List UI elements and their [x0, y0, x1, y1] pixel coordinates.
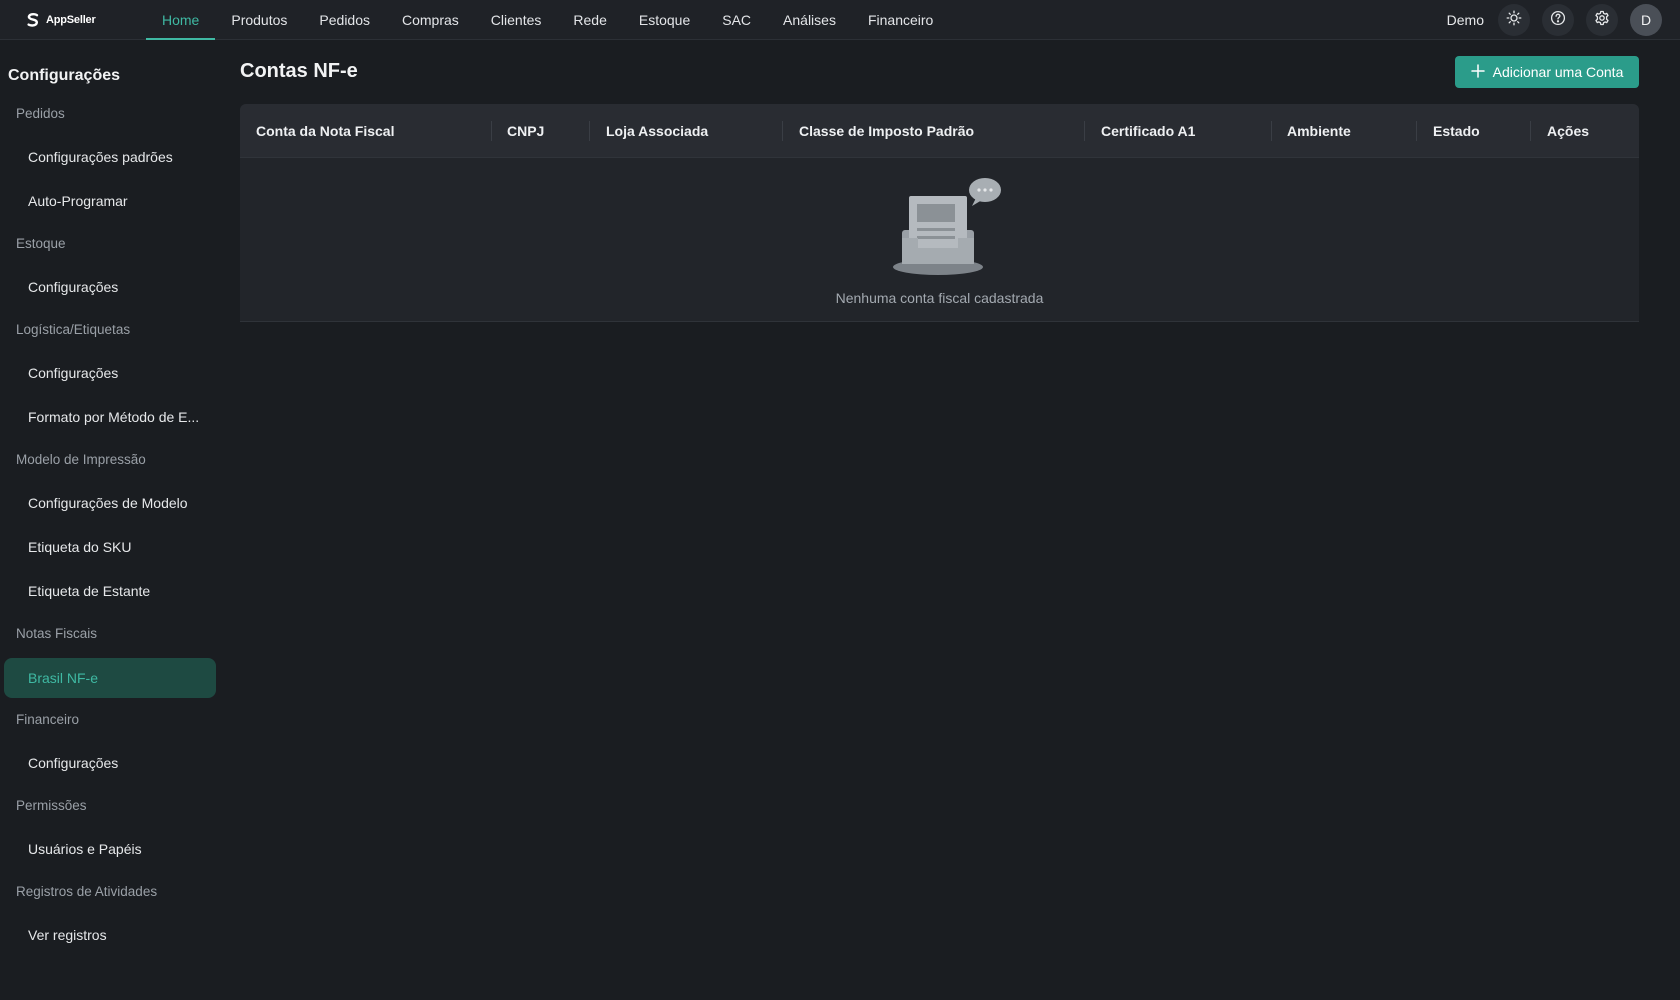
column-header-ambiente: Ambiente: [1287, 123, 1351, 139]
add-account-button[interactable]: Adicionar uma Conta: [1455, 56, 1639, 88]
sidebar-group-estoque: Estoque: [16, 236, 66, 251]
sidebar-group-modelo-impressao: Modelo de Impressão: [16, 452, 146, 467]
sidebar-item-label: Configurações padrões: [28, 149, 173, 165]
sidebar-group-financeiro: Financeiro: [16, 712, 80, 727]
sidebar-item-label: Configurações de Modelo: [28, 495, 188, 511]
sidebar-item-ver-registros[interactable]: Ver registros: [4, 915, 216, 955]
column-divider: [1530, 121, 1531, 141]
logo-text: AppSeller: [46, 13, 96, 26]
gear-icon: [1594, 10, 1610, 31]
sidebar-item-label: Brasil NF-e: [28, 670, 99, 686]
sun-icon: [1506, 10, 1522, 31]
help-circle-icon: [1550, 10, 1566, 31]
column-divider: [1084, 121, 1085, 141]
column-header-cnpj: CNPJ: [507, 123, 545, 139]
column-divider: [782, 121, 783, 141]
app-logo[interactable]: AppSeller: [24, 0, 122, 40]
sidebar-item-financeiro-configuracoes[interactable]: Configurações: [4, 743, 216, 783]
sidebar-item-label: Ver registros: [28, 927, 107, 943]
sidebar-item-label: Configurações: [28, 365, 119, 381]
sidebar-item-label: Configurações: [28, 279, 119, 295]
sidebar-item-label: Configurações: [28, 755, 119, 771]
plus-icon: [1470, 63, 1485, 81]
column-header-estado: Estado: [1433, 123, 1480, 139]
nav-item-home[interactable]: Home: [146, 0, 216, 40]
nav-item-rede[interactable]: Rede: [557, 0, 622, 40]
sidebar-group-logistica: Logística/Etiquetas: [16, 322, 131, 337]
theme-toggle-button[interactable]: [1498, 4, 1530, 36]
table-header: Conta da Nota Fiscal CNPJ Loja Associada…: [240, 104, 1639, 158]
nav-item-financeiro[interactable]: Financeiro: [852, 0, 949, 40]
nav-item-sac[interactable]: SAC: [706, 0, 767, 40]
sidebar-group-pedidos: Pedidos: [16, 106, 65, 121]
add-account-label: Adicionar uma Conta: [1492, 64, 1624, 80]
column-header-conta: Conta da Nota Fiscal: [256, 123, 395, 139]
sidebar-item-auto-programar[interactable]: Auto-Programar: [4, 181, 216, 221]
sidebar-title: Configurações: [8, 67, 121, 84]
sidebar-item-estoque-configuracoes[interactable]: Configurações: [4, 267, 216, 307]
topbar-actions: Demo D: [1447, 0, 1662, 40]
sidebar-item-configuracoes-padroes[interactable]: Configurações padrões: [4, 137, 216, 177]
help-button[interactable]: [1542, 4, 1574, 36]
column-header-certificado: Certificado A1: [1101, 123, 1196, 139]
nav-item-compras[interactable]: Compras: [386, 0, 475, 40]
sidebar-item-label: Formato por Método de E...: [28, 409, 200, 425]
column-divider: [589, 121, 590, 141]
avatar[interactable]: D: [1630, 4, 1662, 36]
sidebar-item-configuracoes-de-modelo[interactable]: Configurações de Modelo: [4, 483, 216, 523]
nav-item-pedidos[interactable]: Pedidos: [303, 0, 386, 40]
sidebar-item-logistica-configuracoes[interactable]: Configurações: [4, 353, 216, 393]
nfe-accounts-table: Conta da Nota Fiscal CNPJ Loja Associada…: [240, 104, 1639, 322]
empty-state-text: Nenhuma conta fiscal cadastrada: [835, 290, 1044, 306]
nav-item-clientes[interactable]: Clientes: [475, 0, 558, 40]
empty-inbox-icon: [892, 178, 1002, 287]
column-divider: [1416, 121, 1417, 141]
nav-item-estoque[interactable]: Estoque: [623, 0, 706, 40]
main-nav: Home Produtos Pedidos Compras Clientes R…: [146, 0, 949, 40]
sidebar-item-brasil-nfe[interactable]: Brasil NF-e: [4, 658, 216, 698]
column-header-classe-imposto: Classe de Imposto Padrão: [799, 123, 975, 139]
sidebar-item-label: Usuários e Papéis: [28, 841, 142, 857]
user-name[interactable]: Demo: [1447, 12, 1484, 28]
nav-item-analises[interactable]: Análises: [767, 0, 852, 40]
nav-item-produtos[interactable]: Produtos: [215, 0, 303, 40]
sidebar-item-etiqueta-do-sku[interactable]: Etiqueta do SKU: [4, 527, 216, 567]
sidebar-item-label: Etiqueta do SKU: [28, 539, 132, 555]
sidebar-item-etiqueta-de-estante[interactable]: Etiqueta de Estante: [4, 571, 216, 611]
settings-sidebar: Configurações Pedidos Configurações padr…: [0, 40, 220, 1000]
sidebar-item-label: Auto-Programar: [28, 193, 128, 209]
sidebar-item-formato-por-metodo[interactable]: Formato por Método de E...: [4, 397, 216, 437]
top-navigation-bar: AppSeller Home Produtos Pedidos Compras …: [0, 0, 1680, 40]
sidebar-group-registros: Registros de Atividades: [16, 884, 158, 899]
sidebar-group-permissoes: Permissões: [16, 798, 87, 813]
column-header-acoes: Ações: [1547, 123, 1590, 139]
column-header-loja: Loja Associada: [606, 123, 709, 139]
sidebar-item-usuarios-e-papeis[interactable]: Usuários e Papéis: [4, 829, 216, 869]
sidebar-item-label: Etiqueta de Estante: [28, 583, 151, 599]
column-divider: [491, 121, 492, 141]
settings-button[interactable]: [1586, 4, 1618, 36]
sidebar-group-notas-fiscais: Notas Fiscais: [16, 626, 98, 641]
empty-state: Nenhuma conta fiscal cadastrada: [240, 158, 1639, 321]
appseller-logo-icon: [24, 11, 42, 29]
column-divider: [1271, 121, 1272, 141]
page-title: Contas NF-e: [240, 60, 358, 82]
